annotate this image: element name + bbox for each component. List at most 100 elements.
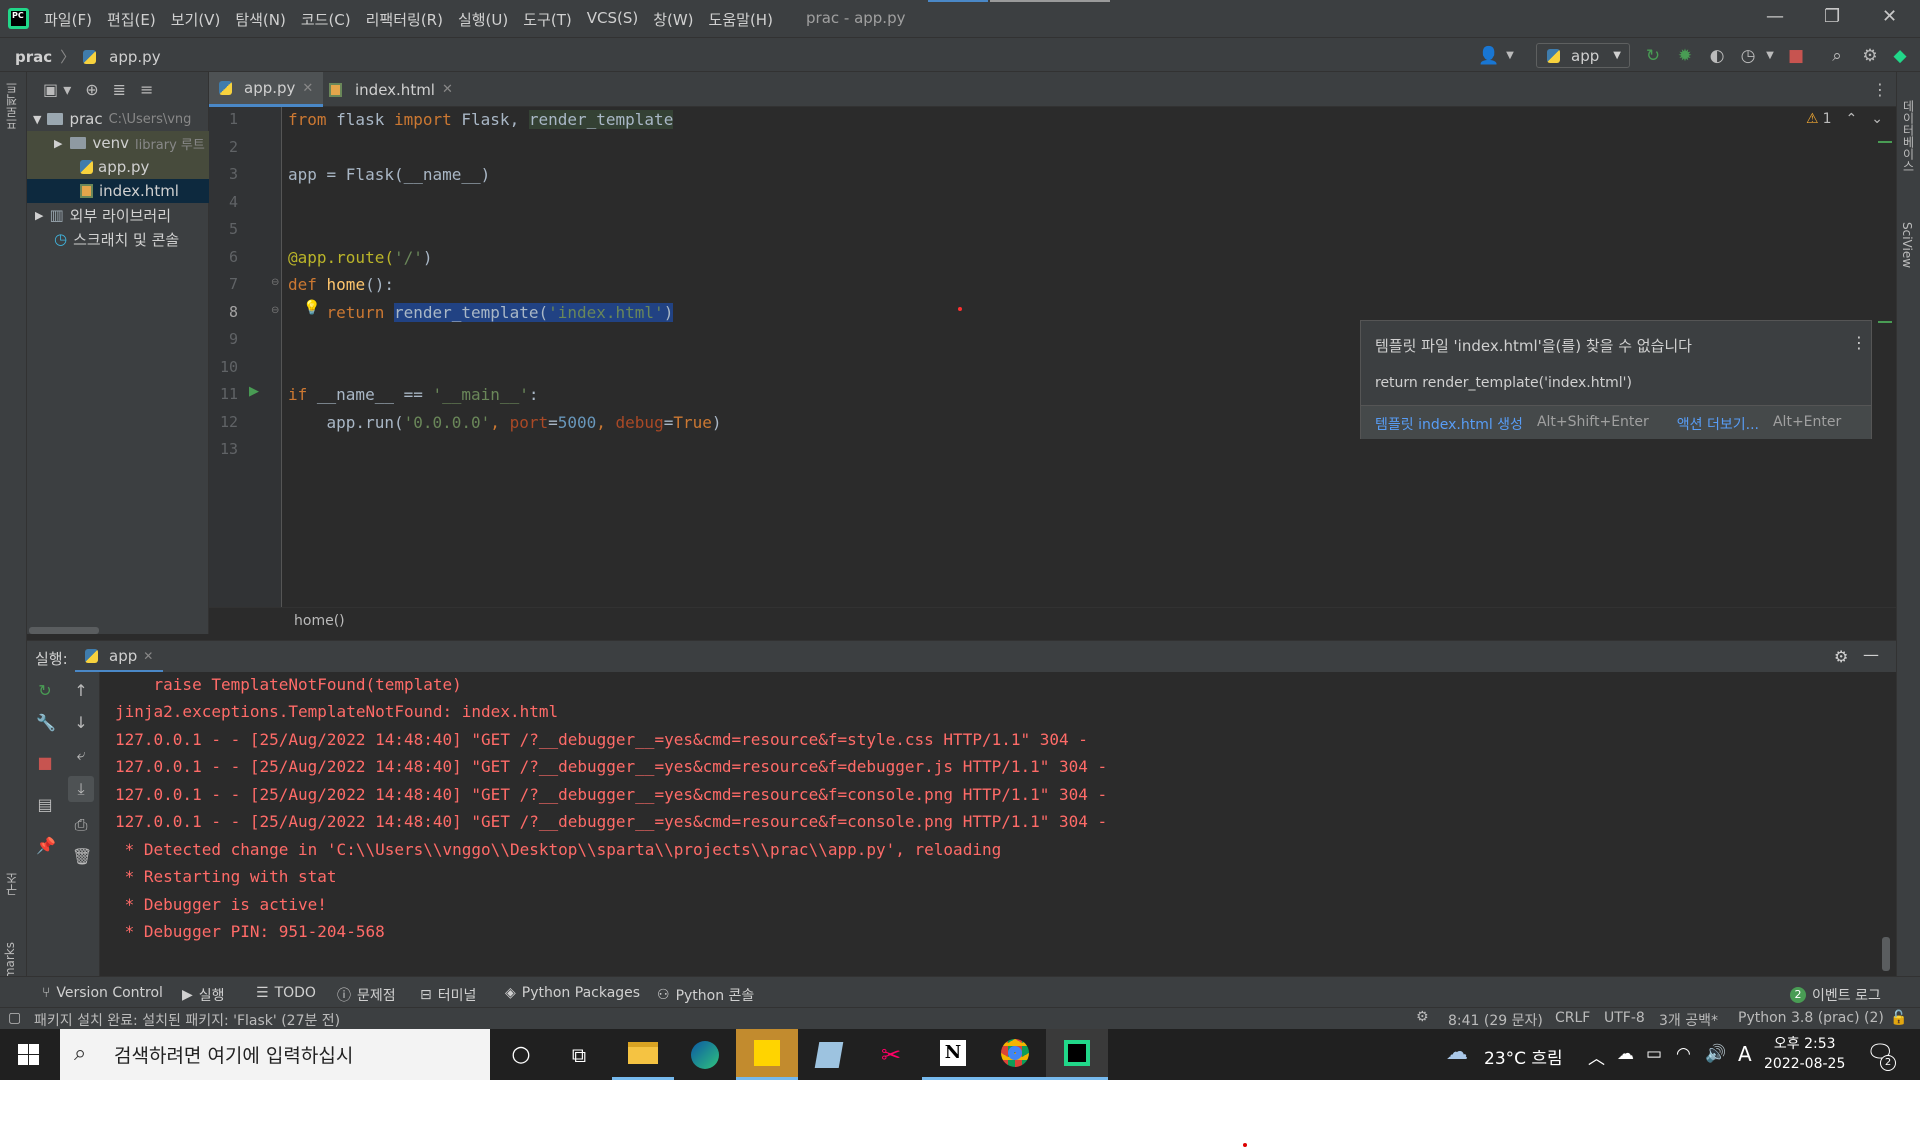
ime-indicator[interactable]: A — [1738, 1042, 1752, 1066]
up-arrow-icon[interactable]: ↑ — [72, 682, 90, 700]
wrench-icon[interactable]: 🔧 — [36, 714, 56, 732]
close-icon[interactable]: ✕ — [1882, 6, 1897, 27]
coverage-icon[interactable]: ◐ — [1707, 46, 1727, 66]
cortana-icon[interactable]: ○ — [490, 1029, 552, 1080]
tool-terminal[interactable]: ⊟ 터미널 — [420, 985, 476, 1005]
chevron-down-icon[interactable]: ▼ — [1500, 46, 1520, 66]
more-options-icon[interactable]: ⋮ — [1851, 333, 1867, 352]
background-tasks-icon[interactable]: ⚙ — [1416, 1009, 1429, 1025]
snipping-tool-icon[interactable]: ✂ — [860, 1029, 922, 1080]
panel-toggle-icon[interactable]: ▢ — [8, 1010, 21, 1026]
menu-help[interactable]: 도움말(H) — [709, 9, 773, 30]
cloudy-weather-icon[interactable]: ☁ — [1446, 1040, 1468, 1065]
expand-all-icon[interactable]: ≣ — [113, 80, 126, 99]
close-tab-icon[interactable]: ✕ — [442, 82, 453, 97]
tool-problems[interactable]: ⓘ 문제점 — [337, 985, 396, 1005]
search-icon[interactable]: ⌕ — [1827, 46, 1847, 66]
notion-icon[interactable]: N — [922, 1029, 984, 1080]
tool-python-packages[interactable]: ◈ Python Packages — [505, 985, 640, 1001]
tool-todo[interactable]: ☰ TODO — [256, 985, 316, 1001]
breadcrumb-project[interactable]: prac — [15, 48, 52, 66]
more-actions-link[interactable]: 액션 더보기... — [1677, 414, 1759, 434]
lock-icon[interactable]: 🔓 — [1890, 1010, 1907, 1026]
battery-icon[interactable]: ▭ — [1646, 1044, 1662, 1064]
minimize-icon[interactable]: — — [1766, 6, 1784, 27]
edge-icon[interactable] — [674, 1029, 736, 1080]
sticky-notes-icon[interactable] — [736, 1029, 798, 1080]
lightbulb-icon[interactable]: 💡 — [303, 300, 320, 316]
tree-item-scratches[interactable]: ◷ 스크래치 및 콘솔 — [27, 227, 209, 251]
gear-icon[interactable]: ⚙ — [1834, 647, 1848, 666]
chrome-icon[interactable] — [984, 1029, 1046, 1080]
rerun-icon[interactable]: ↻ — [36, 682, 54, 700]
task-view-icon[interactable]: ⧉ — [548, 1029, 610, 1080]
tool-event-log[interactable]: 2 이벤트 로그 — [1790, 985, 1881, 1005]
chevron-up-icon[interactable]: ︿ — [1588, 1044, 1605, 1069]
user-icon[interactable]: 👤 — [1478, 46, 1499, 66]
view-selector-icon[interactable]: ▣ ▾ — [43, 80, 71, 99]
file-explorer-icon[interactable] — [612, 1029, 674, 1080]
wifi-icon[interactable]: ◠ — [1676, 1044, 1691, 1064]
menu-vcs[interactable]: VCS(S) — [587, 9, 638, 30]
stop-icon[interactable]: ■ — [1786, 46, 1806, 66]
menu-run[interactable]: 실행(U) — [458, 9, 508, 30]
minimize-panel-icon[interactable]: — — [1863, 645, 1879, 664]
close-tab-icon[interactable]: ✕ — [143, 649, 153, 663]
stripe-database[interactable]: 데이터베이스 — [1900, 100, 1917, 172]
tree-item-external-libraries[interactable]: ▶ ▥ 외부 라이브러리 — [27, 203, 209, 227]
indent-setting[interactable]: 3개 공백* — [1659, 1010, 1718, 1030]
menu-tools[interactable]: 도구(T) — [523, 9, 571, 30]
rerun-icon[interactable]: ↻ — [1643, 46, 1663, 66]
debug-icon[interactable]: ✹ — [1675, 46, 1695, 66]
soft-wrap-icon[interactable]: ⤶ — [72, 746, 90, 764]
layout-icon[interactable]: ▤ — [36, 796, 54, 814]
collapse-all-icon[interactable]: ≡ — [140, 80, 153, 99]
run-gutter-icon[interactable]: ▶ — [249, 384, 259, 399]
pycharm-taskbar-icon[interactable] — [1046, 1029, 1108, 1080]
tool-python-console[interactable]: ⚇ Python 콘솔 — [657, 985, 754, 1005]
tool-version-control[interactable]: ⑂ Version Control — [42, 985, 163, 1001]
windows-start-icon[interactable] — [18, 1044, 39, 1065]
line-separator[interactable]: CRLF — [1555, 1010, 1590, 1026]
fold-icon[interactable]: ⊖ — [271, 277, 279, 288]
horizontal-scrollbar[interactable] — [29, 627, 99, 634]
chevron-down-icon[interactable]: ▼ — [1760, 46, 1780, 66]
jetbrains-icon[interactable]: ◆ — [1890, 46, 1910, 66]
taskbar-search[interactable]: ⌕ 검색하려면 여기에 입력하십시 — [60, 1029, 490, 1080]
run-console[interactable]: raise TemplateNotFound(template) jinja2.… — [100, 672, 1896, 976]
weather-text[interactable]: 23°C 흐림 — [1484, 1044, 1563, 1069]
file-encoding[interactable]: UTF-8 — [1604, 1010, 1645, 1026]
run-config-selector[interactable]: app ▼ — [1536, 43, 1630, 68]
stripe-structure[interactable]: 구조 — [3, 872, 20, 896]
menu-window[interactable]: 창(W) — [653, 9, 693, 30]
locate-icon[interactable]: ⊕ — [85, 80, 98, 99]
tree-item-index-html[interactable]: index.html — [27, 179, 209, 203]
breadcrumb-file[interactable]: app.py — [109, 48, 160, 66]
tree-item-venv[interactable]: ▶ venv library 루트 — [27, 131, 209, 155]
volume-icon[interactable]: 🔊 — [1705, 1044, 1726, 1064]
run-tab-app[interactable]: app ✕ — [75, 641, 164, 673]
inspection-widget[interactable]: ⚠ 1 ⌃ ⌄ — [1806, 111, 1883, 127]
menu-file[interactable]: 파일(F) — [44, 9, 92, 30]
onedrive-icon[interactable]: ☁ — [1617, 1044, 1634, 1064]
stripe-sciview[interactable]: SciView — [1900, 222, 1914, 268]
caret-position[interactable]: 8:41 (29 문자) — [1448, 1010, 1543, 1030]
tab-index-html[interactable]: index.html ✕ — [319, 72, 463, 107]
python-interpreter[interactable]: Python 3.8 (prac) (2) — [1738, 1010, 1884, 1026]
print-icon[interactable]: ⎙ — [72, 816, 90, 834]
gear-icon[interactable]: ⚙ — [1860, 46, 1880, 66]
profile-icon[interactable]: ◷ — [1738, 46, 1758, 66]
create-template-link[interactable]: 템플릿 index.html 생성 — [1375, 414, 1523, 434]
menu-refactor[interactable]: 리팩터링(R) — [366, 9, 443, 30]
next-highlight-icon[interactable]: ⌄ — [1871, 111, 1883, 127]
notepad-icon[interactable] — [798, 1029, 860, 1080]
stop-icon[interactable]: ■ — [36, 754, 54, 772]
trash-icon[interactable]: 🗑 — [72, 848, 92, 866]
menu-view[interactable]: 보기(V) — [171, 9, 221, 30]
tool-run[interactable]: ▶ 실행 — [182, 985, 225, 1005]
tree-item-app-py[interactable]: app.py — [27, 155, 209, 179]
previous-highlight-icon[interactable]: ⌃ — [1845, 111, 1857, 127]
breadcrumb-function[interactable]: home() — [294, 613, 345, 629]
menu-navigate[interactable]: 탐색(N) — [235, 9, 286, 30]
close-tab-icon[interactable]: ✕ — [302, 81, 313, 96]
